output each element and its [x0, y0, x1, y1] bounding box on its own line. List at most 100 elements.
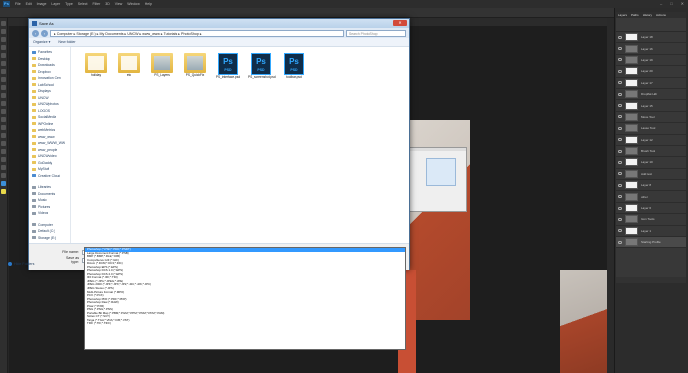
layer-row[interactable]: Layer 17	[616, 78, 686, 89]
minimize-button[interactable]: –	[660, 1, 662, 6]
visibility-eye-icon[interactable]	[618, 69, 622, 73]
visibility-eye-icon[interactable]	[618, 47, 622, 51]
hide-folders-toggle[interactable]: Hide Folders	[8, 262, 34, 266]
nav-item-label: www_www	[38, 134, 55, 139]
psd-file[interactable]: Ps PSD toolbar.psd	[281, 53, 307, 80]
layer-row[interactable]: Layer 8	[616, 180, 686, 192]
visibility-eye-icon[interactable]	[618, 126, 622, 130]
visibility-eye-icon[interactable]	[618, 183, 622, 187]
menu-select[interactable]: Select	[78, 2, 88, 6]
visibility-eye-icon[interactable]	[618, 160, 622, 164]
forward-arrow-icon[interactable]: ›	[41, 29, 48, 37]
menu-3d[interactable]: 3D	[105, 2, 109, 6]
search-input[interactable]: Search PhotoShop	[346, 29, 406, 37]
visibility-eye-icon[interactable]	[618, 81, 622, 85]
visibility-eye-icon[interactable]	[618, 206, 622, 210]
menu-layer[interactable]: Layer	[51, 2, 60, 6]
visibility-eye-icon[interactable]	[618, 229, 622, 233]
tab-actions[interactable]: Actions	[656, 12, 666, 18]
file-name: PS_Layers	[154, 73, 170, 77]
menu-type[interactable]: Type	[65, 2, 73, 6]
eyedropper-tool-icon[interactable]	[1, 61, 6, 66]
healing-tool-icon[interactable]	[1, 69, 6, 74]
menu-file[interactable]: File	[15, 2, 21, 6]
zoom-tool-icon[interactable]	[1, 173, 6, 178]
marquee-tool-icon[interactable]	[1, 29, 6, 34]
psd-file[interactable]: Ps PSD PS_screenshot.psd	[248, 53, 276, 80]
type-tool-icon[interactable]	[1, 141, 6, 146]
visibility-eye-icon[interactable]	[618, 35, 622, 39]
shape-tool-icon[interactable]	[1, 157, 6, 162]
menu-window[interactable]: Window	[127, 2, 139, 6]
layer-row[interactable]: Layer 10	[616, 157, 686, 169]
back-arrow-icon[interactable]: ‹	[32, 29, 39, 37]
address-bar[interactable]: ▸ Computer ▸ Storage (E:) ▸ My Documents…	[50, 29, 344, 37]
visibility-eye-icon[interactable]	[618, 138, 622, 142]
layer-row[interactable]: Layer 12	[616, 135, 686, 146]
layer-row[interactable]: Layer 15	[616, 100, 686, 112]
eraser-tool-icon[interactable]	[1, 101, 6, 106]
layer-row[interactable]: Layer 18	[616, 32, 686, 44]
layer-row[interactable]: Layer 6	[616, 203, 686, 215]
psd-file[interactable]: Ps PSD PS_interface.psd	[215, 53, 241, 80]
visibility-eye-icon[interactable]	[618, 104, 622, 108]
visibility-eye-icon[interactable]	[618, 92, 622, 96]
folder-item[interactable]: PS_QuickFix	[182, 53, 208, 78]
dialog-close-button[interactable]: ✕	[393, 20, 407, 26]
hand-tool-icon[interactable]	[1, 165, 6, 170]
layer-thumbnail	[625, 204, 638, 213]
visibility-eye-icon[interactable]	[618, 195, 622, 199]
dodge-tool-icon[interactable]	[1, 125, 6, 130]
foreground-color-swatch[interactable]	[1, 181, 6, 186]
layer-row[interactable]: other	[616, 191, 686, 203]
layer-row[interactable]: Icon Tools	[616, 214, 686, 226]
layer-row[interactable]: Add text	[616, 169, 686, 181]
quick-select-tool-icon[interactable]	[1, 45, 6, 50]
layer-row[interactable]: Layer 19	[616, 55, 686, 67]
move-tool-icon[interactable]	[1, 21, 6, 26]
path-select-tool-icon[interactable]	[1, 149, 6, 154]
tab-layers[interactable]: Layers	[618, 12, 627, 18]
history-brush-tool-icon[interactable]	[1, 93, 6, 98]
menu-edit[interactable]: Edit	[26, 2, 32, 6]
layer-row[interactable]: Layer 1	[616, 226, 686, 238]
pen-tool-icon[interactable]	[1, 133, 6, 138]
menu-view[interactable]: View	[115, 2, 123, 6]
folder-item[interactable]: holiday	[83, 53, 109, 78]
stamp-tool-icon[interactable]	[1, 85, 6, 90]
menu-filter[interactable]: Filter	[93, 2, 101, 6]
blur-tool-icon[interactable]	[1, 117, 6, 122]
nav-item-label: Desktop	[38, 56, 51, 61]
background-color-swatch[interactable]	[1, 189, 6, 194]
organize-button[interactable]: Organize ▾	[33, 40, 50, 44]
nav-item-label: Default (C:)	[38, 229, 56, 234]
visibility-eye-icon[interactable]	[618, 58, 622, 62]
brush-tool-icon[interactable]	[1, 77, 6, 82]
menu-image[interactable]: Image	[37, 2, 47, 6]
layer-row[interactable]: Lasso Tool	[616, 123, 686, 135]
visibility-eye-icon[interactable]	[618, 115, 622, 119]
folder-item[interactable]: PS_Layers	[149, 53, 175, 78]
layer-row[interactable]: Layer 16	[616, 43, 686, 55]
visibility-eye-icon[interactable]	[618, 172, 622, 176]
layer-row[interactable]: Dropflat Hdr	[616, 89, 686, 101]
lasso-tool-icon[interactable]	[1, 37, 6, 42]
layer-row[interactable]: Move Tool	[616, 112, 686, 124]
save-type-option[interactable]: TIFF (*.TIF;*.TIFF)	[85, 322, 405, 326]
new-folder-button[interactable]: New folder	[58, 40, 75, 44]
close-window-button[interactable]: ✕	[681, 1, 684, 6]
crop-tool-icon[interactable]	[1, 53, 6, 58]
layer-row[interactable]: Starting Profile	[616, 237, 686, 249]
folder-item[interactable]: etc	[116, 53, 142, 78]
tab-history[interactable]: History	[643, 12, 652, 18]
layer-row[interactable]: Brush Tool	[616, 146, 686, 158]
visibility-eye-icon[interactable]	[618, 217, 622, 221]
layer-row[interactable]: Layer 20	[616, 66, 686, 78]
nav-item[interactable]: Storage (E:)	[29, 235, 70, 242]
gradient-tool-icon[interactable]	[1, 109, 6, 114]
tab-paths[interactable]: Paths	[631, 12, 639, 18]
visibility-eye-icon[interactable]	[618, 149, 622, 153]
maximize-button[interactable]: □	[670, 1, 672, 6]
visibility-eye-icon[interactable]	[618, 240, 622, 244]
menu-help[interactable]: Help	[145, 2, 152, 6]
